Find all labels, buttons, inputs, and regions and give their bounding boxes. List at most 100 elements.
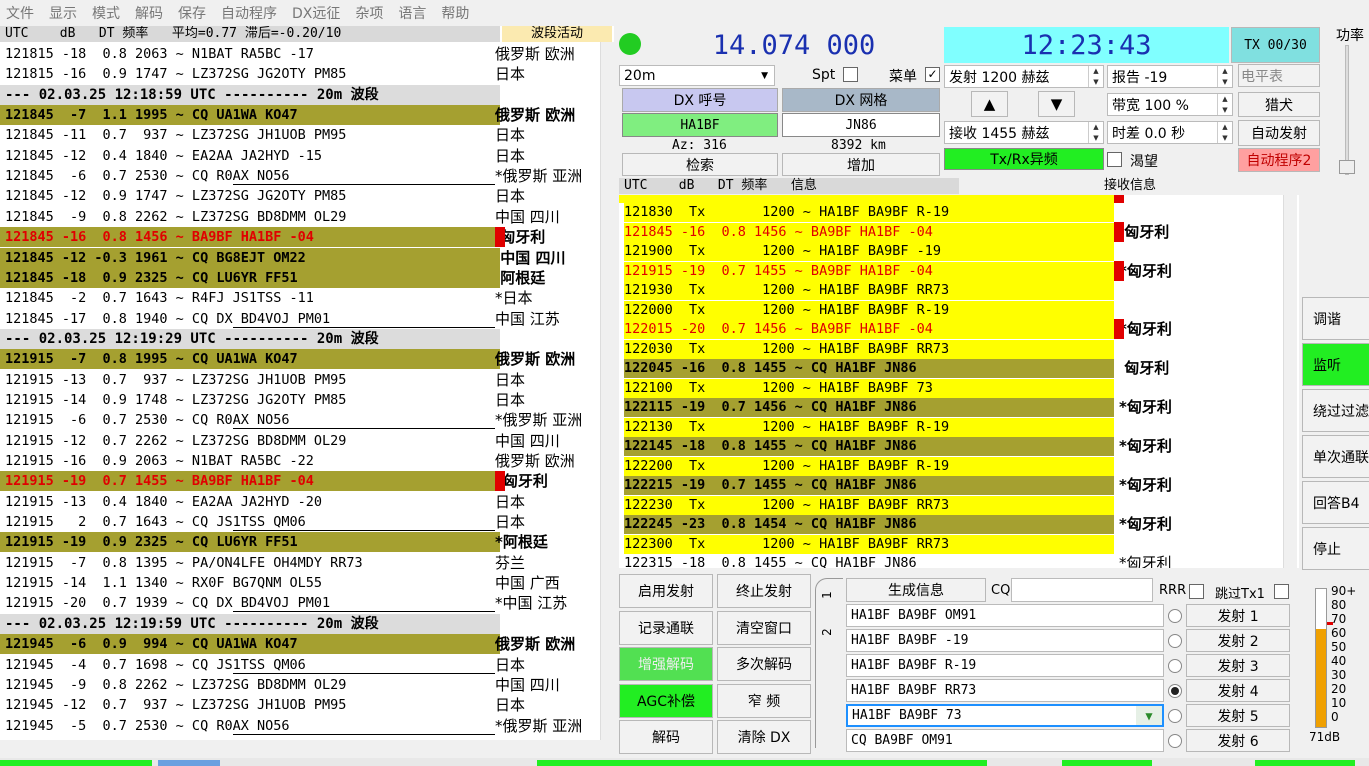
decode-row[interactable]: 121945 -6 0.9 994 ~ CQ UA1WA KO47 bbox=[0, 634, 500, 655]
decode-row[interactable]: 121845 -12 0.9 1747 ~ LZ372SG JG2OTY PM8… bbox=[0, 186, 500, 206]
rx-row[interactable]: 122115 -19 0.7 1456 ~ CQ HA1BF JN86 bbox=[624, 398, 1114, 417]
rx-scrollbar[interactable] bbox=[1283, 195, 1297, 568]
single-qso-button[interactable]: 单次通联 bbox=[1302, 435, 1369, 478]
clear-dx-button[interactable]: 清除 DX bbox=[717, 720, 811, 754]
add-button[interactable]: 增加 bbox=[782, 153, 940, 176]
enable-tx-button[interactable]: 启用发射 bbox=[619, 574, 713, 608]
decode-row[interactable]: --- 02.03.25 12:19:29 UTC ---------- 20m… bbox=[0, 328, 500, 349]
auto-program2-button[interactable]: 自动程序2 bbox=[1238, 148, 1320, 172]
decode-row[interactable]: 121945 -4 0.7 1698 ~ CQ JS1TSS QM06 bbox=[0, 655, 500, 675]
decode-row[interactable]: 121915 2 0.7 1643 ~ CQ JS1TSS QM06 bbox=[0, 512, 500, 532]
rx-row[interactable]: 121930 Tx 1200 ~ HA1BF BA9BF RR73 bbox=[624, 281, 1114, 300]
decode-row[interactable]: 121915 -14 0.9 1748 ~ LZ372SG JG2OTY PM8… bbox=[0, 390, 500, 410]
tx-counter[interactable]: TX 00/30 bbox=[1231, 27, 1320, 63]
decode-row[interactable]: 121845 -17 0.8 1940 ~ CQ DX BD4VOJ PM01 bbox=[0, 309, 500, 329]
rx-row[interactable]: 122000 Tx 1200 ~ HA1BF BA9BF R-19 bbox=[624, 300, 1114, 320]
menu-item[interactable]: 语言 bbox=[398, 3, 426, 23]
decode-row[interactable]: 121815 -16 0.9 1747 ~ LZ372SG JG2OTY PM8… bbox=[0, 64, 500, 84]
decode-row[interactable]: 121915 -13 0.7 937 ~ LZ372SG JH1UOB PM95 bbox=[0, 370, 500, 390]
decode-row[interactable]: 121915 -13 0.4 1840 ~ EA2AA JA2HYD -20 bbox=[0, 492, 500, 512]
decode-row[interactable]: 121915 -19 0.9 2325 ~ CQ LU6YR FF51 bbox=[0, 532, 500, 553]
rx-row[interactable]: 122100 Tx 1200 ~ HA1BF BA9BF 73 bbox=[624, 378, 1114, 398]
halt-tx-button[interactable]: 终止发射 bbox=[717, 574, 811, 608]
tx-radio[interactable] bbox=[1168, 684, 1182, 698]
txrx-split-button[interactable]: Tx/Rx异频 bbox=[944, 148, 1104, 170]
decode-row[interactable]: 121815 -18 0.8 2063 ~ N1BAT RA5BC -17 bbox=[0, 44, 500, 64]
tx-message-field[interactable]: HA1BF BA9BF 73 ▼ bbox=[846, 704, 1164, 727]
decode-row[interactable]: 121845 -7 1.1 1995 ~ CQ UA1WA KO47 bbox=[0, 105, 500, 126]
decode-row[interactable]: 121845 -2 0.7 1643 ~ R4FJ JS1TSS -11 bbox=[0, 288, 500, 308]
hound-button[interactable]: 猎犬 bbox=[1238, 92, 1320, 117]
decode-row[interactable]: 121915 -7 0.8 1995 ~ CQ UA1WA KO47 bbox=[0, 349, 500, 370]
tx-message-field[interactable]: HA1BF BA9BF -19 bbox=[846, 629, 1164, 652]
menu-item[interactable]: 杂项 bbox=[355, 3, 383, 23]
rx-row[interactable]: 122315 -18 0.8 1455 ~ CQ HA1BF JN86 bbox=[624, 554, 1114, 568]
menu-item[interactable]: 文件 bbox=[6, 3, 34, 23]
decode-row[interactable]: --- 02.03.25 12:18:59 UTC ---------- 20m… bbox=[0, 84, 500, 105]
power-slider-handle[interactable] bbox=[1339, 160, 1355, 174]
tx-radio[interactable] bbox=[1168, 709, 1182, 723]
menu-checkbox[interactable]: ✓ bbox=[925, 67, 940, 82]
tx-message-field[interactable]: CQ BA9BF OM91 bbox=[846, 729, 1164, 752]
menu-item[interactable]: 显示 bbox=[49, 3, 77, 23]
rrr-checkbox[interactable] bbox=[1189, 584, 1204, 599]
tx-button-5[interactable]: 发射 5 bbox=[1186, 704, 1290, 727]
decode-row[interactable]: 121915 -20 0.7 1939 ~ CQ DX BD4VOJ PM01 bbox=[0, 593, 500, 613]
band-activity-scrollbar[interactable] bbox=[600, 42, 614, 740]
skip-tx1-checkbox[interactable] bbox=[1274, 584, 1289, 599]
up-arrow-button[interactable]: ▲ bbox=[971, 91, 1008, 117]
decode-row[interactable]: 121845 -12 0.4 1840 ~ EA2AA JA2HYD -15 bbox=[0, 146, 500, 166]
dropdown-icon[interactable]: ▼ bbox=[1136, 706, 1162, 725]
dx-call-input[interactable]: HA1BF bbox=[622, 113, 778, 137]
tab-2[interactable]: 2 bbox=[820, 628, 834, 636]
decode-row[interactable]: 121915 -16 0.9 2063 ~ N1BAT RA5BC -22 bbox=[0, 451, 500, 471]
generate-message-button[interactable]: 生成信息 bbox=[846, 578, 986, 602]
tx-radio[interactable] bbox=[1168, 634, 1182, 648]
tx-button-1[interactable]: 发射 1 bbox=[1186, 604, 1290, 627]
auto-tx-button[interactable]: 自动发射 bbox=[1238, 120, 1320, 146]
tx-message-field[interactable]: HA1BF BA9BF R-19 bbox=[846, 654, 1164, 677]
decode-row[interactable]: 121845 -11 0.7 937 ~ LZ372SG JH1UOB PM95 bbox=[0, 125, 500, 145]
tx-message-field[interactable]: HA1BF BA9BF OM91 bbox=[846, 604, 1164, 627]
menu-item[interactable]: DX远征 bbox=[292, 3, 340, 23]
clear-window-button[interactable]: 清空窗口 bbox=[717, 610, 811, 645]
tx-radio[interactable] bbox=[1168, 609, 1182, 623]
desire-checkbox[interactable] bbox=[1107, 152, 1122, 167]
menu-item[interactable]: 解码 bbox=[135, 3, 163, 23]
answer-b4-button[interactable]: 回答B4 bbox=[1302, 481, 1369, 524]
agc-button[interactable]: AGC补偿 bbox=[619, 683, 713, 718]
spt-checkbox[interactable] bbox=[843, 67, 858, 82]
dx-grid-input[interactable]: JN86 bbox=[782, 113, 940, 137]
tx-frequency-field[interactable]: 发射 1200 赫兹 ▲ ▼ bbox=[944, 65, 1104, 88]
time-offset-field[interactable]: 时差 0.0 秒 ▲ ▼ bbox=[1107, 121, 1233, 144]
tx-radio[interactable] bbox=[1168, 734, 1182, 748]
rx-row[interactable]: 122215 -19 0.7 1455 ~ CQ HA1BF JN86 bbox=[624, 476, 1114, 495]
rx-frequency-field[interactable]: 接收 1455 赫兹 ▲ ▼ bbox=[944, 121, 1104, 144]
decode-row[interactable]: 121845 -12 -0.3 1961 ~ CQ BG8EJT OM22 bbox=[0, 247, 500, 268]
level-meter-button[interactable]: 电平表 bbox=[1238, 64, 1320, 87]
tx-button-2[interactable]: 发射 2 bbox=[1186, 629, 1290, 652]
rx-row[interactable]: 121900 Tx 1200 ~ HA1BF BA9BF -19 bbox=[624, 242, 1114, 261]
menu-item[interactable]: 模式 bbox=[92, 3, 120, 23]
rx-row[interactable]: 122130 Tx 1200 ~ HA1BF BA9BF R-19 bbox=[624, 417, 1114, 437]
tx-radio[interactable] bbox=[1168, 659, 1182, 673]
bandwidth-field[interactable]: 带宽 100 % ▲ ▼ bbox=[1107, 93, 1233, 116]
tune-button[interactable]: 调谐 bbox=[1302, 297, 1369, 340]
bypass-filter-button[interactable]: 绕过过滤 bbox=[1302, 389, 1369, 432]
decode-row[interactable]: 121845 -16 0.8 1456 ~ BA9BF HA1BF -04 bbox=[0, 227, 500, 248]
rx-row[interactable]: 122045 -16 0.8 1455 ~ CQ HA1BF JN86 bbox=[624, 359, 1114, 378]
decode-row[interactable]: 121915 -12 0.7 2262 ~ LZ372SG BD8DMM OL2… bbox=[0, 431, 500, 451]
rx-row[interactable]: 122300 Tx 1200 ~ HA1BF BA9BF RR73 bbox=[624, 534, 1114, 554]
menu-item[interactable]: 保存 bbox=[178, 3, 206, 23]
rx-row[interactable]: 121830 Tx 1200 ~ HA1BF BA9BF R-19 bbox=[624, 203, 1114, 222]
rx-row[interactable]: 121845 -16 0.8 1456 ~ BA9BF HA1BF -04 bbox=[624, 222, 1114, 242]
stop-button[interactable]: 停止 bbox=[1302, 527, 1369, 570]
decode-row[interactable]: 121945 -12 0.7 937 ~ LZ372SG JH1UOB PM95 bbox=[0, 695, 500, 715]
down-arrow-button[interactable]: ▼ bbox=[1038, 91, 1075, 117]
rx-row[interactable]: 122015 -20 0.7 1456 ~ BA9BF HA1BF -04 bbox=[624, 320, 1114, 339]
decode-row[interactable]: 121915 -19 0.7 1455 ~ BA9BF HA1BF -04 bbox=[0, 471, 500, 492]
band-select[interactable]: 20m ▼ bbox=[619, 65, 775, 86]
rx-row[interactable]: 122145 -18 0.8 1455 ~ CQ HA1BF JN86 bbox=[624, 437, 1114, 456]
decode-row[interactable]: 121945 -5 0.7 2530 ~ CQ R0AX NO56 bbox=[0, 716, 500, 736]
decode-row[interactable]: 121915 -7 0.8 1395 ~ PA/ON4LFE OH4MDY RR… bbox=[0, 553, 500, 573]
